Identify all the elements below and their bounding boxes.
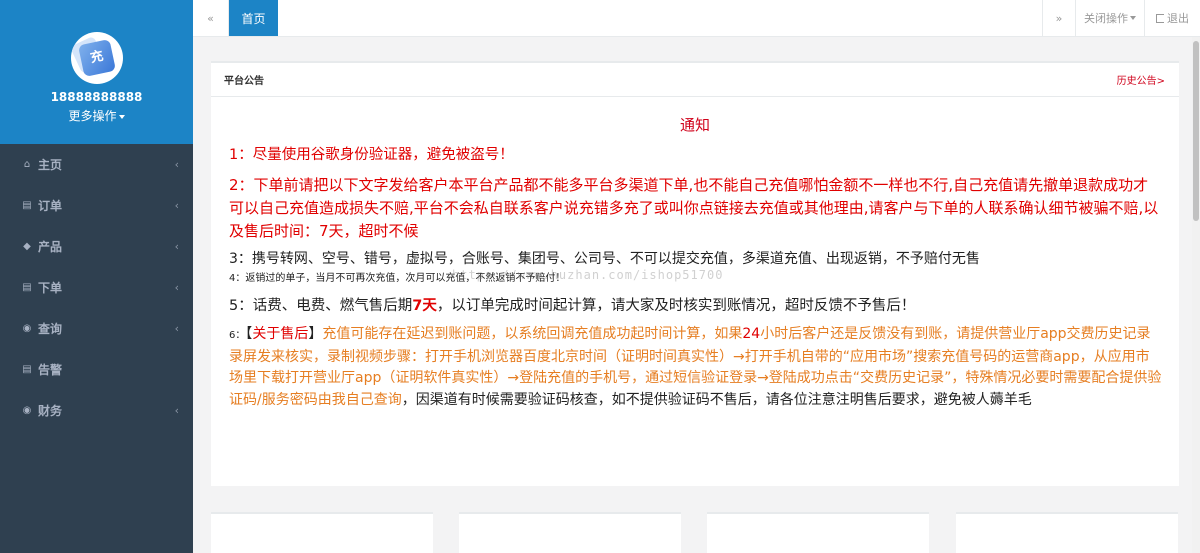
panel-title: 平台公告 xyxy=(224,76,264,87)
history-announcements-link[interactable]: 历史公告> xyxy=(1117,72,1165,87)
scroll-tabs-left-button[interactable]: « xyxy=(193,0,229,36)
more-actions-label: 更多操作 xyxy=(68,109,117,123)
sidebar-item-orders[interactable]: ▤ 订单 ‹ xyxy=(0,185,193,226)
notice-line-6-number: 6： xyxy=(229,330,246,341)
notice-line-1: 1：尽量使用谷歌身份验证器，避免被盗号！ xyxy=(229,147,514,163)
sidebar-item-label: 产品 xyxy=(38,240,63,254)
notice-line-6-heading: 关于售后 xyxy=(252,326,309,342)
user-phone: 18888888888 xyxy=(50,90,143,104)
scroll-tabs-right-button[interactable]: » xyxy=(1042,0,1075,36)
file-icon: ▤ xyxy=(22,199,32,211)
notice-line-3: 3：携号转网、空号、错号，虚拟号，合账号、集团号、公司号、不可以提交充值，多渠道… xyxy=(229,251,980,267)
sidebar-item-label: 查询 xyxy=(38,322,63,336)
sidebar-item-label: 告警 xyxy=(38,363,63,377)
notice-line-6-text: 充值可能存在延迟到账问题，以系统回调充值成功起时间计算，如果 xyxy=(322,326,743,342)
sidebar-item-alerts[interactable]: ▤ 告警 xyxy=(0,349,193,390)
notice-line-6-end: ，因渠道有时候需要验证码核查，如不提供验证码不售后，请各位注意注明售后要求，避免… xyxy=(401,391,1032,408)
caret-down-icon xyxy=(118,114,125,119)
close-operations-label: 关闭操作 xyxy=(1084,12,1128,25)
tab-home[interactable]: 首页 xyxy=(229,0,278,36)
summary-cards xyxy=(211,512,1179,553)
chevron-left-icon: ‹ xyxy=(174,322,179,335)
sidebar: 充 18888888888 更多操作 ⌂ 主页 ‹ ▤ 订单 ‹ ◆ 产品 ‹ ▤ 下单 ‹ ◉… xyxy=(0,0,193,553)
sidebar-item-finance[interactable]: ◉ 财务 ‹ xyxy=(0,390,193,431)
chevron-left-icon: ‹ xyxy=(174,281,179,294)
sign-out-icon xyxy=(1156,13,1164,23)
chevron-left-icon: ‹ xyxy=(174,240,179,253)
top-tabs-bar: « 首页 » 关闭操作 退出 xyxy=(193,0,1200,37)
home-icon: ⌂ xyxy=(23,158,31,170)
sidebar-nav: ⌂ 主页 ‹ ▤ 订单 ‹ ◆ 产品 ‹ ▤ 下单 ‹ ◉ 查询 ‹ ▤ 告警 ◉ 财务 ‹ xyxy=(0,144,193,431)
avatar-card-icon: 充 xyxy=(77,39,116,77)
scrollbar-thumb[interactable] xyxy=(1193,41,1199,221)
caret-down-icon xyxy=(1130,16,1136,20)
summary-card xyxy=(707,512,929,553)
main-scrollbar[interactable] xyxy=(1192,37,1200,553)
chevron-left-icon: ‹ xyxy=(174,404,179,417)
notice-line-5-text-end: ，以订单完成时间起计算，请大家及时核实到账情况，超时反馈不予售后！ xyxy=(436,298,916,314)
avatar[interactable]: 充 xyxy=(70,32,123,84)
summary-card xyxy=(211,512,433,553)
sidebar-item-home[interactable]: ⌂ 主页 ‹ xyxy=(0,144,193,185)
notice-line-6: 6：【关于售后】充值可能存在延迟到账问题，以系统回调充值成功起时间计算，如果24… xyxy=(229,324,1163,411)
sidebar-item-label: 财务 xyxy=(38,404,63,418)
double-chevron-left-icon: « xyxy=(207,11,214,25)
file-icon: ▤ xyxy=(22,281,32,293)
notice-line-2: 2：下单前请把以下文字发给客户本平台产品都不能多平台多渠道下单,也不能自己充值哪… xyxy=(229,176,1159,240)
notice-line-5-highlight: 7天 xyxy=(412,298,437,314)
sidebar-item-label: 订单 xyxy=(38,199,63,213)
globe-icon: ◉ xyxy=(22,404,32,416)
panel-header: 平台公告 历史公告> xyxy=(211,63,1179,97)
summary-card xyxy=(956,512,1178,553)
file-icon: ▤ xyxy=(22,363,32,375)
notice-line-6-hours: 24 xyxy=(742,326,761,342)
notice-line-5: 5：话费、电费、燃气售后期7天，以订单完成时间起计算，请大家及时核实到账情况，超… xyxy=(229,296,1163,316)
notice-line-5-text: 5：话费、电费、燃气售后期 xyxy=(229,298,413,314)
watermark-text: https://www.huzhan.com/ishop51700 xyxy=(452,268,724,282)
summary-card xyxy=(459,512,681,553)
sidebar-item-label: 下单 xyxy=(38,281,63,295)
sidebar-item-place-order[interactable]: ▤ 下单 ‹ xyxy=(0,267,193,308)
sidebar-item-label: 主页 xyxy=(38,158,63,172)
sidebar-item-products[interactable]: ◆ 产品 ‹ xyxy=(0,226,193,267)
notice-title: 通知 xyxy=(679,116,710,134)
sidebar-item-query[interactable]: ◉ 查询 ‹ xyxy=(0,308,193,349)
cube-icon: ◆ xyxy=(23,240,31,252)
close-operations-dropdown[interactable]: 关闭操作 xyxy=(1075,0,1144,36)
logout-label: 退出 xyxy=(1167,12,1189,25)
globe-icon: ◉ xyxy=(22,322,32,334)
chevron-left-icon: ‹ xyxy=(174,158,179,171)
logout-button[interactable]: 退出 xyxy=(1144,0,1200,36)
double-chevron-right-icon: » xyxy=(1055,11,1063,25)
profile-header: 充 18888888888 更多操作 xyxy=(0,0,193,144)
chevron-left-icon: ‹ xyxy=(174,199,179,212)
more-actions-dropdown[interactable]: 更多操作 xyxy=(0,107,193,124)
bracket-close: 】 xyxy=(308,326,323,342)
